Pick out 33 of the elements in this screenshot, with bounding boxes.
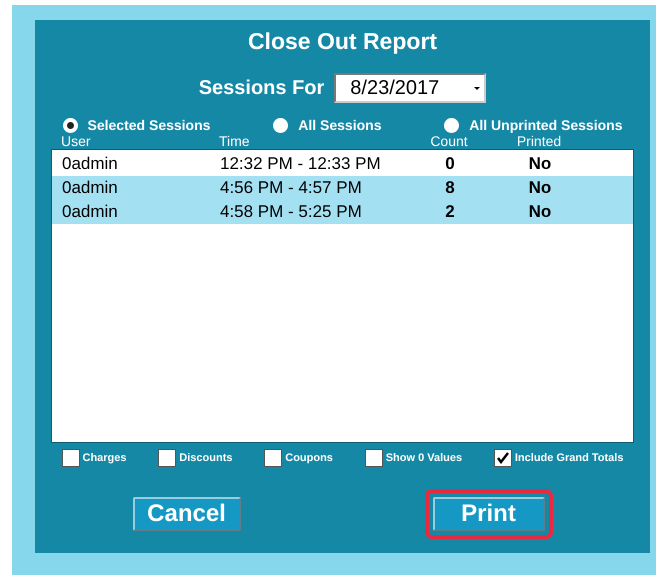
- table-cell-text: No: [528, 154, 552, 174]
- scope-radio[interactable]: Selected Sessions: [62, 117, 210, 133]
- session-row[interactable]: 0admin 4:56 PM - 4:57 PM 8 No: [52, 176, 633, 200]
- scope-radio[interactable]: All Unprinted Sessions: [444, 117, 622, 133]
- table-cell-text: 0admin: [61, 202, 119, 222]
- table-cell-text: No: [528, 202, 552, 222]
- column-header: Count: [429, 133, 469, 149]
- option-checkbox[interactable]: Coupons: [264, 449, 333, 467]
- table-cell-text: 4:56 PM - 4:57 PM: [219, 178, 363, 198]
- column-header: Time: [218, 133, 251, 149]
- caret-icon: [474, 86, 480, 90]
- dialog-button[interactable]: Print: [432, 497, 544, 531]
- table-cell-text: 12:32 PM - 12:33 PM: [219, 154, 382, 174]
- table-cell-text: 0admin: [61, 154, 119, 174]
- option-checkbox[interactable]: Show 0 Values: [364, 449, 462, 467]
- date-label: Sessions For: [198, 76, 324, 100]
- date-dropdown[interactable]: 8/23/2017: [334, 73, 486, 103]
- table-cell-text: 0: [444, 154, 456, 174]
- table-cell-text: 2: [444, 202, 456, 222]
- window-title: Close Out Report: [248, 28, 438, 55]
- column-header: User: [60, 133, 92, 149]
- scope-radio[interactable]: All Sessions: [273, 117, 382, 133]
- dialog-button[interactable]: Cancel: [132, 497, 240, 531]
- session-row[interactable]: 0admin 4:58 PM - 5:25 PM 2 No: [52, 200, 633, 224]
- table-cell-text: 8: [444, 178, 456, 198]
- table-cell-text: 0admin: [61, 178, 119, 198]
- option-checkbox[interactable]: Include Grand Totals: [494, 449, 624, 467]
- column-header: Printed: [516, 133, 562, 149]
- table-cell-text: 4:58 PM - 5:25 PM: [219, 202, 363, 222]
- option-checkbox[interactable]: Charges: [62, 449, 127, 467]
- date-value: 8/23/2017: [350, 76, 440, 100]
- table-cell-text: No: [528, 178, 552, 198]
- option-checkbox[interactable]: Discounts: [158, 449, 232, 467]
